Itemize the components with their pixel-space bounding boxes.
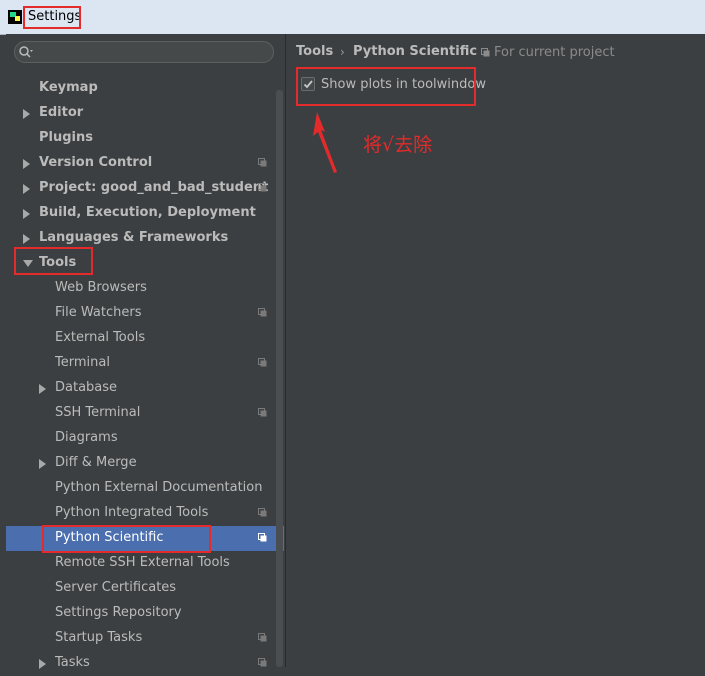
project-scope-icon	[481, 48, 490, 57]
sidebar-item-external-tools[interactable]: External Tools	[6, 326, 284, 351]
search-icon[interactable]	[18, 44, 34, 60]
project-scope-icon	[258, 408, 267, 417]
chevron-right-icon[interactable]	[23, 209, 30, 219]
sidebar-item-version-control[interactable]: Version Control	[6, 151, 284, 176]
title-bar: Settings	[0, 0, 705, 35]
sidebar-item-remote-ssh-external-tools[interactable]: Remote SSH External Tools	[6, 551, 284, 576]
project-scope-icon	[258, 183, 267, 192]
chevron-right-icon[interactable]	[23, 109, 30, 119]
sidebar-item-label: Languages & Frameworks	[39, 230, 229, 245]
breadcrumb-root[interactable]: Tools	[296, 44, 333, 59]
sidebar-item-label: Remote SSH External Tools	[55, 555, 230, 570]
title-highlight-box	[23, 6, 81, 29]
sidebar-item-settings-repository[interactable]: Settings Repository	[6, 601, 284, 626]
settings-content	[286, 34, 705, 667]
sidebar-item-label: Terminal	[55, 355, 110, 370]
sidebar-item-editor[interactable]: Editor	[6, 101, 284, 126]
sidebar-item-label: Python Integrated Tools	[55, 505, 209, 520]
breadcrumb-current: Python Scientific	[353, 44, 478, 59]
sidebar-item-tasks[interactable]: Tasks	[6, 651, 284, 676]
sidebar-item-label: Python External Documentation	[55, 480, 263, 495]
project-scope-icon	[258, 658, 267, 667]
sidebar-item-python-integrated-tools[interactable]: Python Integrated Tools	[6, 501, 284, 526]
sidebar-item-file-watchers[interactable]: File Watchers	[6, 301, 284, 326]
checkbox-highlight-box	[296, 67, 476, 106]
sidebar-item-label: Plugins	[39, 130, 93, 145]
project-scope-icon	[258, 358, 267, 367]
sidebar-item-keymap[interactable]: Keymap	[6, 76, 284, 101]
python-scientific-highlight-box	[42, 525, 211, 553]
sidebar-item-label: Keymap	[39, 80, 98, 95]
sidebar-item-diff-merge[interactable]: Diff & Merge	[6, 451, 284, 476]
sidebar-item-label: Project: good_and_bad_student	[39, 180, 269, 195]
sidebar-item-label: Diff & Merge	[55, 455, 137, 470]
sidebar-item-web-browsers[interactable]: Web Browsers	[6, 276, 284, 301]
sidebar-item-ssh-terminal[interactable]: SSH Terminal	[6, 401, 284, 426]
project-scope-icon	[258, 633, 267, 642]
sidebar-item-label: Version Control	[39, 155, 153, 170]
chevron-right-icon[interactable]	[23, 234, 30, 244]
breadcrumb-separator: ›	[340, 45, 345, 59]
sidebar-item-database[interactable]: Database	[6, 376, 284, 401]
project-scope-icon	[258, 308, 267, 317]
search-input[interactable]	[14, 41, 274, 63]
sidebar-item-label: Editor	[39, 105, 84, 120]
sidebar-item-project-good-and-bad-student[interactable]: Project: good_and_bad_student	[6, 176, 284, 201]
project-scope-icon	[258, 158, 267, 167]
chevron-right-icon[interactable]	[39, 384, 46, 394]
sidebar-item-label: External Tools	[55, 330, 146, 345]
sidebar-item-label: Server Certificates	[55, 580, 177, 595]
chevron-right-icon[interactable]	[39, 459, 46, 469]
red-arrow-annotation	[313, 112, 337, 173]
chevron-right-icon[interactable]	[23, 159, 30, 169]
sidebar-item-label: SSH Terminal	[55, 405, 141, 420]
sidebar-item-label: File Watchers	[55, 305, 142, 320]
sidebar-item-diagrams[interactable]: Diagrams	[6, 426, 284, 451]
project-scope-icon	[258, 533, 267, 542]
sidebar-item-label: Web Browsers	[55, 280, 147, 295]
sidebar-item-label: Startup Tasks	[55, 630, 143, 645]
sidebar-item-python-external-documentation[interactable]: Python External Documentation	[6, 476, 284, 501]
sidebar-item-startup-tasks[interactable]: Startup Tasks	[6, 626, 284, 651]
sidebar-scrollbar[interactable]	[276, 90, 283, 667]
sidebar-item-build-execution-deployment[interactable]: Build, Execution, Deployment	[6, 201, 284, 226]
sidebar-item-terminal[interactable]: Terminal	[6, 351, 284, 376]
sidebar-item-label: Build, Execution, Deployment	[39, 205, 256, 220]
annotation-text: 将√去除	[363, 134, 433, 156]
project-scope-icon	[258, 508, 267, 517]
chevron-right-icon[interactable]	[39, 659, 46, 669]
sidebar-item-server-certificates[interactable]: Server Certificates	[6, 576, 284, 601]
chevron-right-icon[interactable]	[23, 184, 30, 194]
tools-highlight-box	[14, 247, 93, 275]
project-scope-label: For current project	[494, 45, 615, 60]
sidebar-item-label: Tasks	[55, 655, 90, 670]
sidebar-item-label: Diagrams	[55, 430, 118, 445]
sidebar-item-label: Database	[55, 380, 118, 395]
sidebar-item-plugins[interactable]: Plugins	[6, 126, 284, 151]
sidebar-item-label: Settings Repository	[55, 605, 182, 620]
pycharm-icon	[8, 10, 22, 24]
